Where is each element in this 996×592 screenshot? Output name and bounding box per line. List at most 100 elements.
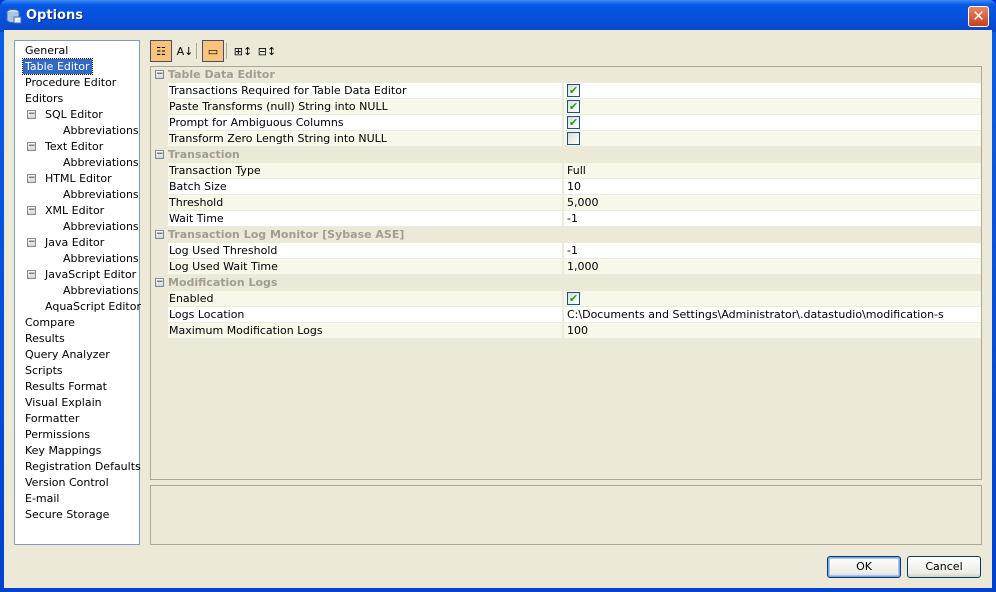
category-tree[interactable]: General Table Editor Procedure Editor Edito… — [14, 40, 143, 545]
tree-item[interactable]: General — [23, 43, 70, 58]
property-checkbox[interactable]: ✔ — [567, 116, 580, 129]
property-row[interactable]: Prompt for Ambiguous Columns ✔ — [151, 115, 981, 131]
property-name: Maximum Modification Logs — [168, 323, 563, 339]
tree-item[interactable]: Secure Storage — [23, 507, 111, 522]
property-value-cell[interactable]: Full — [564, 163, 981, 179]
property-value[interactable]: -1 — [567, 244, 578, 257]
property-name: Log Used Wait Time — [168, 259, 563, 275]
property-value-cell[interactable]: ✔ — [564, 83, 981, 99]
collapse-icon[interactable]: − — [155, 278, 164, 287]
tree-item[interactable]: Results — [23, 331, 67, 346]
property-value-cell[interactable]: 100 — [564, 323, 981, 339]
tree-item[interactable]: XML Editor — [43, 203, 106, 218]
collapse-icon[interactable]: − — [27, 270, 36, 279]
description-toggle-icon[interactable]: ▭ — [202, 40, 224, 62]
cancel-button[interactable]: Cancel — [907, 556, 981, 578]
category-title: Transaction Log Monitor [Sybase ASE] — [168, 228, 405, 241]
tree-item[interactable]: SQL Editor — [43, 107, 105, 122]
property-value[interactable]: 5,000 — [567, 196, 599, 209]
property-checkbox[interactable]: ✔ — [567, 84, 580, 97]
tree-item[interactable]: Compare — [23, 315, 77, 330]
tree-item[interactable]: Query Analyzer — [23, 347, 112, 362]
property-row[interactable]: Batch Size 10 — [151, 179, 981, 195]
tree-item[interactable]: Java Editor — [43, 235, 106, 250]
tree-item[interactable]: Scripts — [23, 363, 65, 378]
property-value-cell[interactable]: -1 — [564, 211, 981, 227]
tree-item[interactable]: Formatter — [23, 411, 81, 426]
property-row[interactable]: Transaction Type Full — [151, 163, 981, 179]
categorized-icon[interactable]: ☷ — [150, 40, 172, 62]
tree-item[interactable]: Visual Explain — [23, 395, 104, 410]
collapse-icon[interactable]: − — [27, 174, 36, 183]
property-value-cell[interactable]: 5,000 — [564, 195, 981, 211]
category-header[interactable]: − Modification Logs — [151, 275, 981, 291]
tree-item[interactable]: Text Editor — [43, 139, 105, 154]
category-header[interactable]: − Transaction — [151, 147, 981, 163]
tree-item[interactable]: Registration Defaults — [23, 459, 143, 474]
property-row[interactable]: Threshold 5,000 — [151, 195, 981, 211]
property-row[interactable]: Maximum Modification Logs 100 — [151, 323, 981, 339]
close-button[interactable]: ✕ — [968, 6, 989, 27]
sort-alphabetical-icon[interactable]: A↓ — [174, 40, 196, 62]
category-title: Table Data Editor — [168, 68, 275, 81]
tree-item[interactable]: Editors — [23, 91, 65, 106]
tree-item[interactable]: Procedure Editor — [23, 75, 118, 90]
collapse-icon[interactable]: − — [27, 238, 36, 247]
tree-item[interactable]: AquaScript Editor — [43, 299, 143, 314]
property-value[interactable]: Full — [567, 164, 586, 177]
property-value-cell[interactable]: ✔ — [564, 99, 981, 115]
tree-item[interactable]: Abbreviations — [61, 123, 141, 138]
collapse-icon[interactable]: − — [155, 70, 164, 79]
tree-item[interactable]: Abbreviations — [61, 283, 141, 298]
property-value-cell[interactable]: 1,000 — [564, 259, 981, 275]
collapse-all-icon[interactable]: ⊟↕ — [256, 40, 278, 62]
property-toolbar: ☷ A↓ ▭ ⊞↕ ⊟↕ — [150, 40, 982, 64]
collapse-icon[interactable]: − — [155, 150, 164, 159]
ok-button[interactable]: OK — [827, 556, 901, 578]
tree-item[interactable]: JavaScript Editor — [43, 267, 138, 282]
tree-item[interactable]: HTML Editor — [43, 171, 114, 186]
category-header[interactable]: − Table Data Editor — [151, 67, 981, 83]
tree-item[interactable]: Abbreviations — [61, 155, 141, 170]
property-value-cell[interactable]: -1 — [564, 243, 981, 259]
property-row[interactable]: Wait Time -1 — [151, 211, 981, 227]
collapse-icon[interactable]: − — [27, 142, 36, 151]
expand-all-icon[interactable]: ⊞↕ — [232, 40, 254, 62]
property-row[interactable]: Enabled ✔ — [151, 291, 981, 307]
property-value-cell[interactable]: ✔ — [564, 115, 981, 131]
collapse-icon[interactable]: − — [155, 230, 164, 239]
property-row[interactable]: Log Used Threshold -1 — [151, 243, 981, 259]
tree-item[interactable]: Version Control — [23, 475, 111, 490]
property-value[interactable]: 100 — [567, 324, 588, 337]
collapse-icon[interactable]: − — [27, 110, 36, 119]
property-value-cell[interactable]: C:\Documents and Settings\Administrator\… — [564, 307, 981, 323]
property-row[interactable]: Logs Location C:\Documents and Settings\A… — [151, 307, 981, 323]
property-value-cell[interactable]: 10 — [564, 179, 981, 195]
property-row[interactable]: Transform Zero Length String into NULL — [151, 131, 981, 147]
property-value[interactable]: 1,000 — [567, 260, 599, 273]
category-header[interactable]: − Transaction Log Monitor [Sybase ASE] — [151, 227, 981, 243]
property-value[interactable]: 10 — [567, 180, 581, 193]
tree-item[interactable]: Permissions — [23, 427, 92, 442]
property-checkbox[interactable]: ✔ — [567, 292, 580, 305]
property-name: Transform Zero Length String into NULL — [168, 131, 563, 147]
property-value-cell[interactable]: ✔ — [564, 291, 981, 307]
tree-item[interactable]: Key Mappings — [23, 443, 103, 458]
property-grid[interactable]: − Table Data Editor Transactions Required … — [150, 66, 982, 480]
property-checkbox[interactable] — [567, 132, 580, 145]
property-value[interactable]: C:\Documents and Settings\Administrator\… — [567, 308, 944, 321]
property-value[interactable]: -1 — [567, 212, 578, 225]
property-row[interactable]: Log Used Wait Time 1,000 — [151, 259, 981, 275]
property-value-cell[interactable] — [564, 131, 981, 147]
collapse-icon[interactable]: − — [27, 206, 36, 215]
property-row[interactable]: Transactions Required for Table Data Edi… — [151, 83, 981, 99]
property-checkbox[interactable]: ✔ — [567, 100, 580, 113]
title-bar[interactable]: Options ✕ — [0, 0, 996, 32]
tree-item[interactable]: Abbreviations — [61, 187, 141, 202]
tree-item[interactable]: Results Format — [23, 379, 109, 394]
property-row[interactable]: Paste Transforms (null) String into NULL… — [151, 99, 981, 115]
tree-item[interactable]: Abbreviations — [61, 251, 141, 266]
tree-item[interactable]: E-mail — [23, 491, 62, 506]
tree-item[interactable]: Table Editor — [22, 58, 93, 75]
tree-item[interactable]: Abbreviations — [61, 219, 141, 234]
